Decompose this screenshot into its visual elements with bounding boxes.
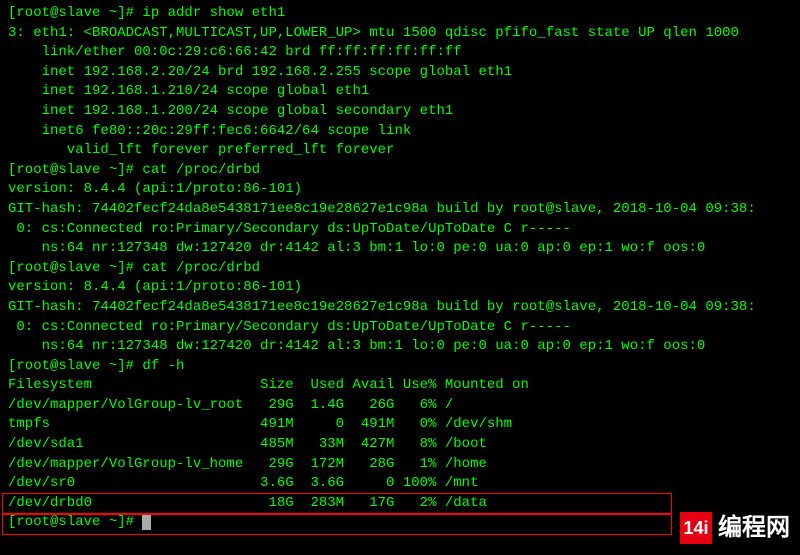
prompt-line-5[interactable]: [root@slave ~]# xyxy=(8,513,792,533)
df-row-4: /dev/mapper/VolGroup-lv_home 29G 172M 28… xyxy=(8,455,792,475)
df-row-1: /dev/mapper/VolGroup-lv_root 29G 1.4G 26… xyxy=(8,396,792,416)
prompt-line-2: [root@slave ~]# cat /proc/drbd xyxy=(8,161,792,181)
command-4: df -h xyxy=(142,358,184,374)
prompt-line-1: [root@slave ~]# ip addr show eth1 xyxy=(8,4,792,24)
prompt: [root@slave ~]# xyxy=(8,5,142,21)
drbd2-output-3: 0: cs:Connected ro:Primary/Secondary ds:… xyxy=(8,318,792,338)
prompt: [root@slave ~]# xyxy=(8,260,142,276)
prompt-line-3: [root@slave ~]# cat /proc/drbd xyxy=(8,259,792,279)
ip-output-3: inet 192.168.2.20/24 brd 192.168.2.255 s… xyxy=(8,63,792,83)
df-row-6: /dev/drbd0 18G 283M 17G 2% /data xyxy=(8,494,792,514)
ip-output-2: link/ether 00:0c:29:c6:66:42 brd ff:ff:f… xyxy=(8,43,792,63)
drbd2-output-4: ns:64 nr:127348 dw:127420 dr:4142 al:3 b… xyxy=(8,337,792,357)
command-1: ip addr show eth1 xyxy=(142,5,285,21)
drbd1-output-4: ns:64 nr:127348 dw:127420 dr:4142 al:3 b… xyxy=(8,239,792,259)
drbd1-output-1: version: 8.4.4 (api:1/proto:86-101) xyxy=(8,180,792,200)
ip-output-1: 3: eth1: <BROADCAST,MULTICAST,UP,LOWER_U… xyxy=(8,24,792,44)
drbd1-output-3: 0: cs:Connected ro:Primary/Secondary ds:… xyxy=(8,220,792,240)
prompt-line-4: [root@slave ~]# df -h xyxy=(8,357,792,377)
watermark-icon: 14i xyxy=(680,512,712,544)
prompt: [root@slave ~]# xyxy=(8,514,142,530)
df-row-3: /dev/sda1 485M 33M 427M 8% /boot xyxy=(8,435,792,455)
drbd1-output-2: GIT-hash: 74402fecf24da8e5438171ee8c19e2… xyxy=(8,200,792,220)
prompt: [root@slave ~]# xyxy=(8,358,142,374)
command-3: cat /proc/drbd xyxy=(142,260,260,276)
command-2: cat /proc/drbd xyxy=(142,162,260,178)
df-header: Filesystem Size Used Avail Use% Mounted … xyxy=(8,376,792,396)
ip-output-5: inet 192.168.1.200/24 scope global secon… xyxy=(8,102,792,122)
ip-output-7: valid_lft forever preferred_lft forever xyxy=(8,141,792,161)
cursor xyxy=(142,514,151,530)
ip-output-4: inet 192.168.1.210/24 scope global eth1 xyxy=(8,82,792,102)
drbd2-output-2: GIT-hash: 74402fecf24da8e5438171ee8c19e2… xyxy=(8,298,792,318)
watermark-text: 编程网 xyxy=(718,511,790,545)
prompt: [root@slave ~]# xyxy=(8,162,142,178)
ip-output-6: inet6 fe80::20c:29ff:fec6:6642/64 scope … xyxy=(8,122,792,142)
watermark: 14i 编程网 xyxy=(680,511,790,545)
df-row-5: /dev/sr0 3.6G 3.6G 0 100% /mnt xyxy=(8,474,792,494)
df-row-2: tmpfs 491M 0 491M 0% /dev/shm xyxy=(8,415,792,435)
drbd2-output-1: version: 8.4.4 (api:1/proto:86-101) xyxy=(8,278,792,298)
